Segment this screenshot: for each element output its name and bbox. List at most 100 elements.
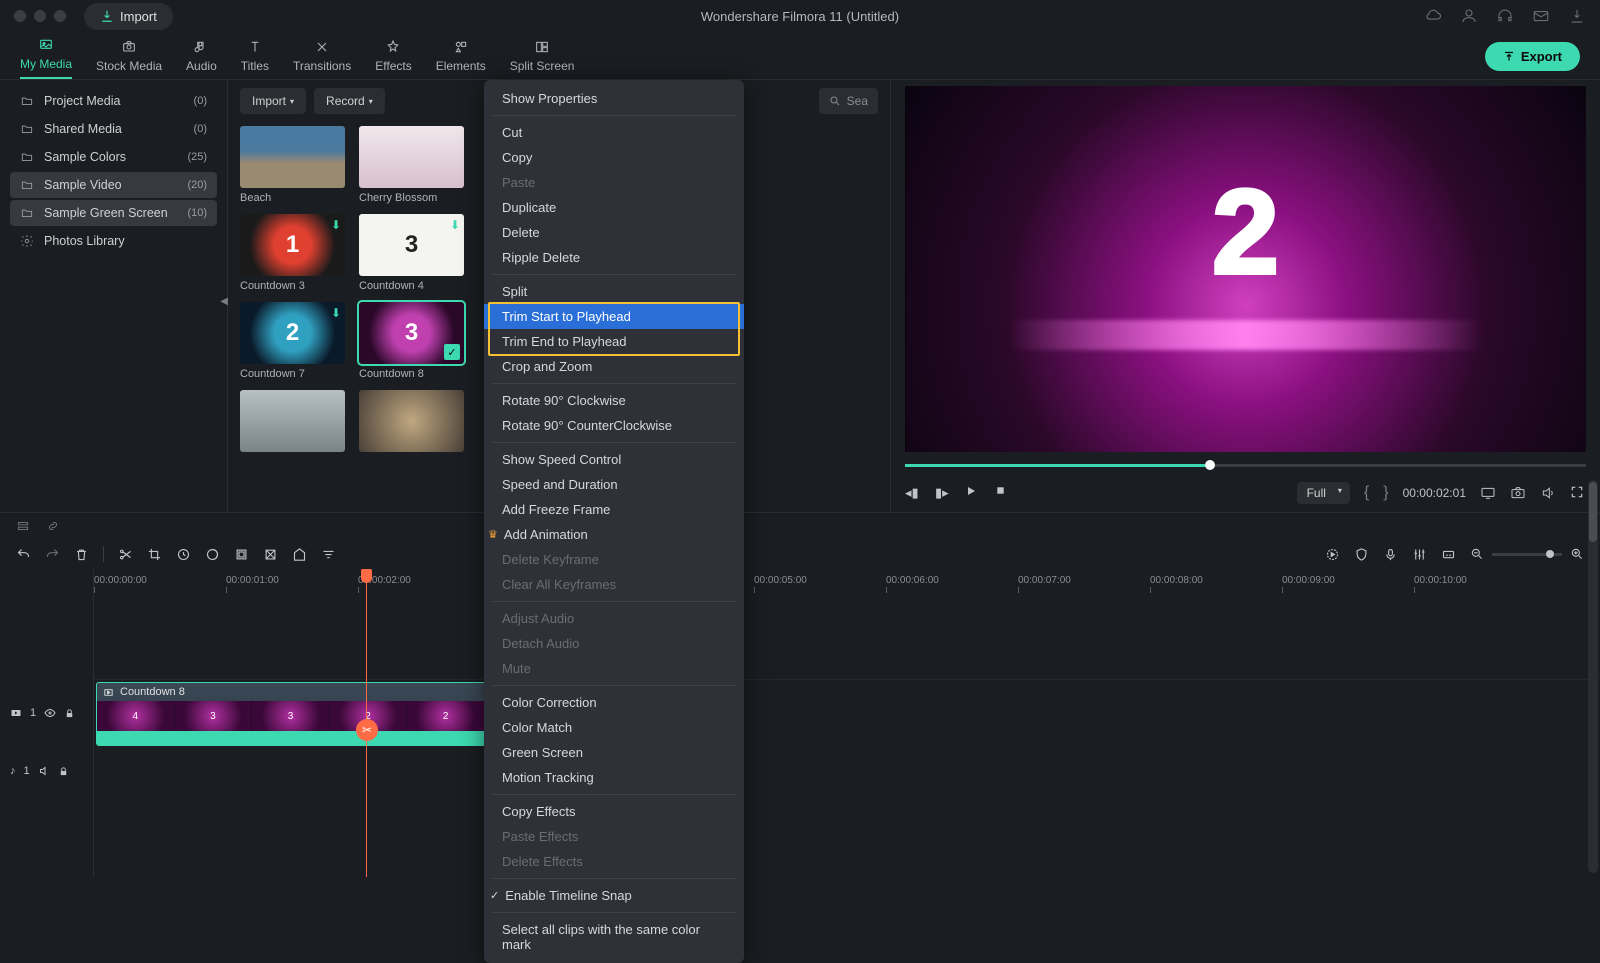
media-thumb[interactable]: 3⬇Countdown 4 [359,214,464,292]
tab-split-screen[interactable]: Split Screen [510,39,575,79]
headset-icon[interactable] [1496,7,1514,25]
ctx-speed-and-duration[interactable]: Speed and Duration [484,472,744,497]
ctx-rotate-90-counterclockwise[interactable]: Rotate 90° CounterClockwise [484,413,744,438]
media-thumb[interactable] [359,390,464,456]
user-icon[interactable] [1460,7,1478,25]
lock-icon[interactable] [58,766,69,777]
add-track-icon[interactable] [16,519,30,533]
window-controls[interactable] [14,10,66,22]
preview-scrubber[interactable] [905,460,1586,470]
ctx-ripple-delete[interactable]: Ripple Delete [484,245,744,270]
folder-sample-colors[interactable]: Sample Colors(25) [10,144,217,170]
shield-icon[interactable] [1354,547,1369,562]
ctx-trim-start-to-playhead[interactable]: Trim Start to Playhead [484,304,744,329]
prev-frame-button[interactable]: ◂▮ [905,485,921,501]
folder-sample-video[interactable]: Sample Video(20) [10,172,217,198]
marker-button[interactable] [292,547,307,562]
ctx-delete[interactable]: Delete [484,220,744,245]
ctx-select-all-clips-with-the-same-color-mark[interactable]: Select all clips with the same color mar… [484,917,744,957]
media-thumb[interactable]: 3✓Countdown 8 [359,302,464,380]
collapse-sidebar-icon[interactable]: ◀ [220,296,228,307]
keyframe-button[interactable] [263,547,278,562]
video-track-header[interactable]: 1 [0,679,93,747]
vertical-scrollbar[interactable] [1588,480,1598,873]
ctx-copy[interactable]: Copy [484,145,744,170]
voiceover-icon[interactable] [1383,547,1398,562]
folder-shared-media[interactable]: Shared Media(0) [10,116,217,142]
playhead[interactable]: ✂ [366,569,367,877]
media-record-dropdown[interactable]: Record▾ [314,88,385,114]
ctx-rotate-90-clockwise[interactable]: Rotate 90° Clockwise [484,388,744,413]
media-search-input[interactable]: Sea [819,88,878,114]
ctx-split[interactable]: Split [484,279,744,304]
volume-icon[interactable] [1540,485,1556,501]
tab-titles[interactable]: Titles [241,39,269,79]
ctx-duplicate[interactable]: Duplicate [484,195,744,220]
filters-button[interactable] [321,547,336,562]
zoom-in-icon[interactable] [1570,547,1584,561]
color-button[interactable] [205,547,220,562]
ctx-add-freeze-frame[interactable]: Add Freeze Frame [484,497,744,522]
ctx-crop-and-zoom[interactable]: Crop and Zoom [484,354,744,379]
tab-transitions[interactable]: Transitions [293,39,351,79]
media-thumb[interactable]: 1⬇Countdown 3 [240,214,345,292]
timeline-tracks[interactable]: 00:00:00:0000:00:01:0000:00:02:0000:00:0… [94,569,1600,877]
split-button[interactable] [118,547,133,562]
ctx-enable-timeline-snap[interactable]: ✓Enable Timeline Snap [484,883,744,908]
folder-photos-library[interactable]: Photos Library [10,228,217,254]
download-icon[interactable] [1568,7,1586,25]
timeline-ruler[interactable]: 00:00:00:0000:00:01:0000:00:02:0000:00:0… [94,569,1600,599]
delete-button[interactable] [74,547,89,562]
tab-elements[interactable]: Elements [436,39,486,79]
undo-button[interactable] [16,547,31,562]
tab-stock-media[interactable]: Stock Media [96,39,162,79]
speaker-icon[interactable] [38,765,50,777]
next-frame-button[interactable]: ▮▸ [935,485,951,501]
ctx-color-correction[interactable]: Color Correction [484,690,744,715]
speed-button[interactable] [176,547,191,562]
tab-my-media[interactable]: My Media [20,37,72,79]
caption-icon[interactable] [1441,547,1456,562]
lock-icon[interactable] [64,708,75,719]
display-mode-dropdown[interactable]: Full▾ [1297,482,1350,504]
mixer-icon[interactable] [1412,547,1427,562]
folder-sample-green-screen[interactable]: Sample Green Screen(10) [10,200,217,226]
media-thumb[interactable] [240,390,345,456]
cloud-icon[interactable] [1424,7,1442,25]
folder-project-media[interactable]: Project Media(0) [10,88,217,114]
timeline-clip[interactable]: Countdown 8 43322 [96,682,486,746]
display-icon[interactable] [1480,485,1496,501]
ctx-trim-end-to-playhead[interactable]: Trim End to Playhead [484,329,744,354]
ctx-color-match[interactable]: Color Match [484,715,744,740]
stop-button[interactable] [995,485,1011,501]
preview-viewport[interactable]: 2 [905,86,1586,452]
media-thumb[interactable]: 2⬇Countdown 7 [240,302,345,380]
timeline-zoom[interactable] [1470,547,1584,561]
zoom-out-icon[interactable] [1470,547,1484,561]
media-thumb[interactable]: Cherry Blossom [359,126,464,204]
ctx-show-speed-control[interactable]: Show Speed Control [484,447,744,472]
render-button[interactable] [1325,547,1340,562]
ctx-cut[interactable]: Cut [484,120,744,145]
redo-button[interactable] [45,547,60,562]
mail-icon[interactable] [1532,7,1550,25]
import-button[interactable]: Import [84,3,173,30]
crop-button[interactable] [147,547,162,562]
link-icon[interactable] [46,519,60,533]
fullscreen-icon[interactable] [1570,485,1586,501]
tab-effects[interactable]: Effects [375,39,411,79]
greenscreen-button[interactable] [234,547,249,562]
ctx-add-animation[interactable]: ♛Add Animation [484,522,744,547]
mark-out-button[interactable]: } [1383,484,1388,502]
tab-audio[interactable]: Audio [186,39,217,79]
eye-icon[interactable] [44,707,56,719]
ctx-show-properties[interactable]: Show Properties [484,86,744,111]
media-import-dropdown[interactable]: Import▾ [240,88,306,114]
ctx-copy-effects[interactable]: Copy Effects [484,799,744,824]
ctx-motion-tracking[interactable]: Motion Tracking [484,765,744,790]
audio-track-header[interactable]: ♪ 1 [0,751,93,791]
export-button[interactable]: Export [1485,42,1580,71]
play-button[interactable] [965,485,981,501]
snapshot-icon[interactable] [1510,485,1526,501]
mark-in-button[interactable]: { [1364,484,1369,502]
